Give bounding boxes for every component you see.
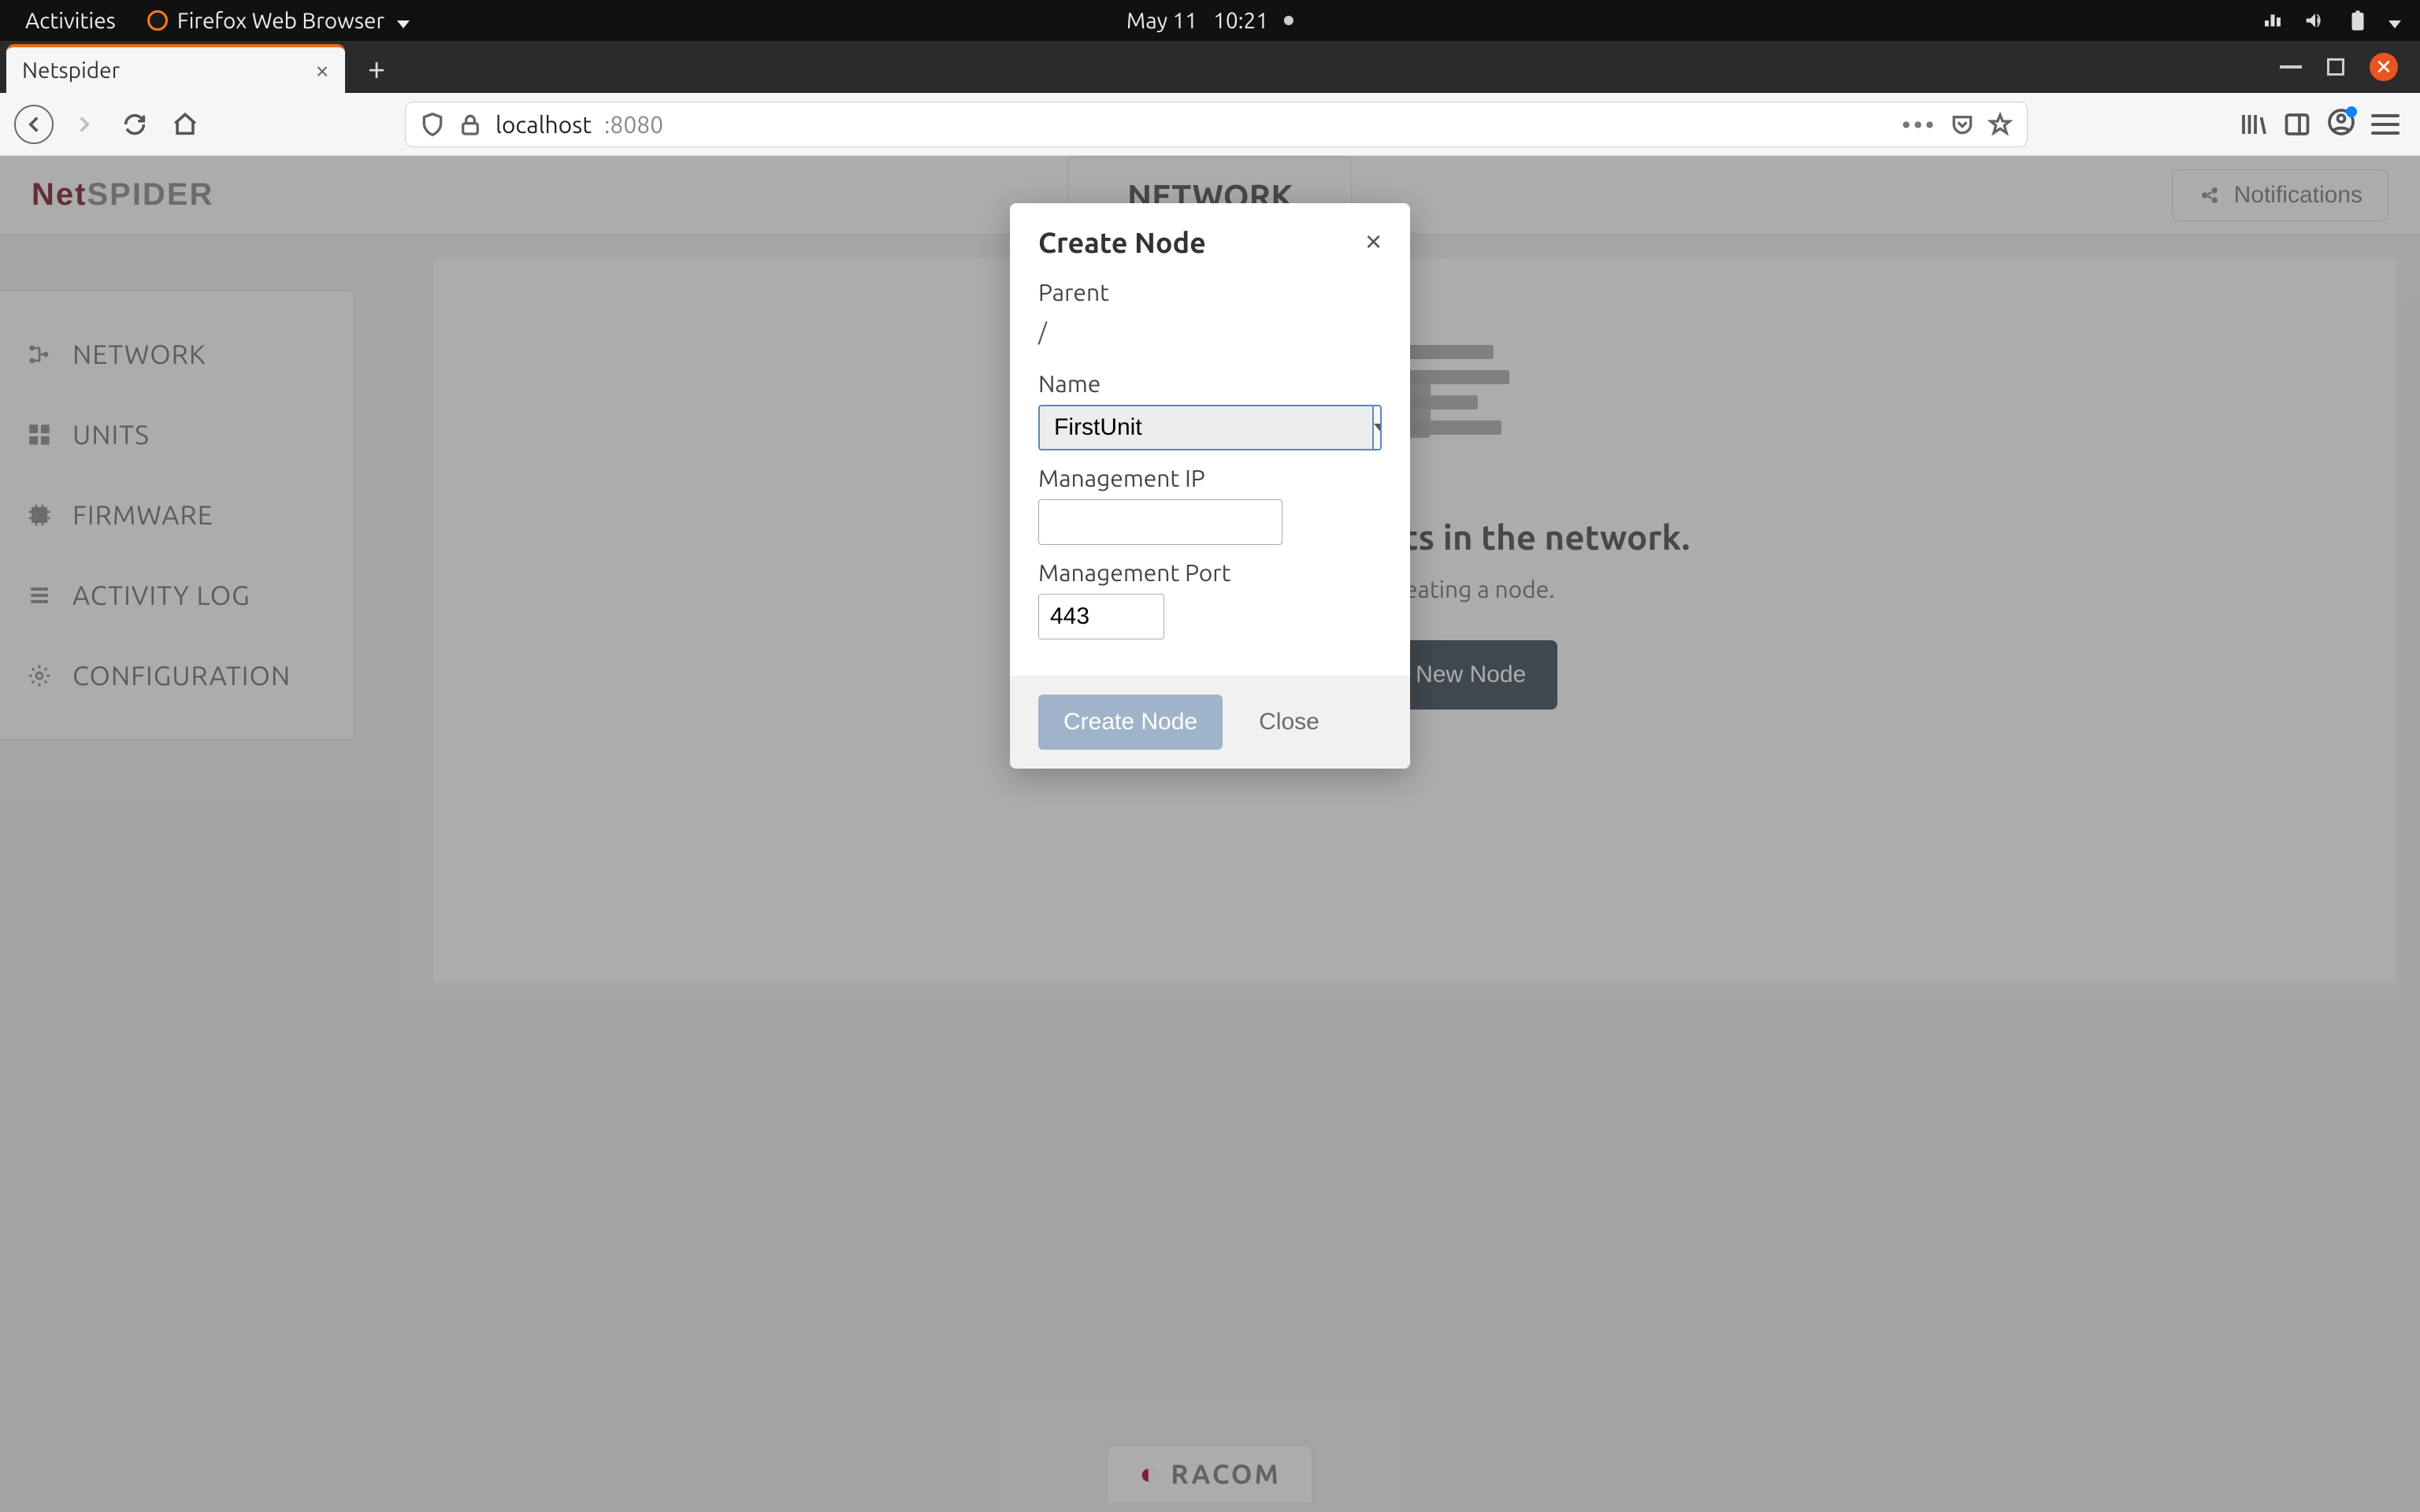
home-button[interactable] (165, 105, 205, 144)
create-node-submit-button[interactable]: Create Node (1038, 695, 1223, 750)
create-node-dialog: Create Node × Parent / Name Management I… (1010, 203, 1410, 769)
management-ip-input[interactable] (1038, 499, 1282, 545)
reload-button[interactable] (115, 105, 154, 144)
tab-close-icon[interactable]: × (315, 56, 329, 84)
window-maximize-button[interactable] (2327, 58, 2344, 76)
field-parent: Parent / (1038, 279, 1382, 356)
sidebar-icon[interactable] (2283, 110, 2311, 139)
nav-back-button[interactable] (14, 105, 54, 144)
dialog-header: Create Node × (1010, 203, 1410, 272)
port-label: Management Port (1038, 559, 1382, 586)
volume-icon (2303, 9, 2327, 32)
arrow-right-icon (71, 111, 98, 138)
notification-dot-icon (1284, 16, 1294, 25)
window-minimize-button[interactable] (2280, 65, 2302, 69)
parent-value: / (1038, 313, 1382, 356)
browser-toolbar: localhost :8080 ••• (0, 93, 2420, 156)
name-label: Name (1038, 370, 1382, 397)
activities-button[interactable]: Activities (11, 9, 130, 33)
app-menu[interactable]: Firefox Web Browser (130, 9, 427, 33)
lock-icon (458, 112, 483, 137)
dialog-body: Parent / Name Management IP Management P… (1010, 272, 1410, 676)
app-menu-label: Firefox Web Browser (177, 9, 384, 33)
chevron-down-icon (394, 9, 410, 33)
url-port: :8080 (604, 111, 663, 138)
dialog-title: Create Node (1038, 226, 1206, 258)
new-tab-button[interactable]: + (356, 47, 397, 88)
network-icon (2261, 9, 2285, 32)
close-button[interactable]: Close (1243, 695, 1335, 750)
window-controls: ✕ (2258, 53, 2420, 81)
os-top-bar: Activities Firefox Web Browser May 11 10… (0, 0, 2420, 41)
management-port-stepper[interactable]: ▲ ▼ (1038, 594, 1164, 639)
account-button[interactable] (2327, 108, 2355, 141)
tab-title: Netspider (22, 58, 315, 83)
bookmark-star-icon[interactable] (1988, 112, 2013, 137)
page-actions-icon[interactable]: ••• (1902, 111, 1937, 138)
notification-badge-icon (2346, 106, 2357, 117)
dialog-footer: Create Node Close (1010, 676, 1410, 769)
field-name: Name (1038, 370, 1382, 450)
field-management-port: Management Port ▲ ▼ (1038, 559, 1382, 639)
clock-time: 10:21 (1213, 9, 1268, 33)
ip-label: Management IP (1038, 465, 1382, 491)
reload-icon (121, 111, 148, 138)
parent-label: Parent (1038, 279, 1382, 306)
app-menu-button[interactable] (2371, 114, 2400, 135)
clock[interactable]: May 11 10:21 (1126, 9, 1294, 33)
arrow-left-icon (20, 111, 47, 138)
nav-forward-button (65, 105, 104, 144)
page-content: NetSPIDER NETWORK Notifications NETWORK … (0, 156, 2420, 1512)
chevron-down-icon (2388, 9, 2401, 33)
home-icon (172, 111, 199, 138)
library-icon[interactable] (2239, 110, 2267, 139)
url-bar[interactable]: localhost :8080 ••• (405, 102, 2028, 147)
shield-icon (420, 112, 445, 137)
name-combobox[interactable] (1038, 405, 1382, 450)
field-management-ip: Management IP (1038, 465, 1382, 545)
browser-window: Netspider × + ✕ localhost :8080 ••• (0, 41, 2420, 1512)
url-host: localhost (496, 111, 592, 138)
name-input[interactable] (1040, 406, 1372, 449)
toolbar-right (2239, 108, 2406, 141)
system-tray[interactable] (2261, 9, 2409, 33)
firefox-icon (147, 10, 168, 31)
name-dropdown-toggle[interactable] (1372, 406, 1382, 449)
dialog-close-icon[interactable]: × (1365, 225, 1382, 258)
tab-strip: Netspider × + ✕ (0, 41, 2420, 93)
window-close-button[interactable]: ✕ (2370, 53, 2398, 81)
management-port-input[interactable] (1039, 595, 1164, 639)
battery-icon (2346, 9, 2370, 32)
browser-tab[interactable]: Netspider × (6, 44, 345, 93)
pocket-icon[interactable] (1950, 112, 1975, 137)
clock-date: May 11 (1126, 9, 1197, 33)
